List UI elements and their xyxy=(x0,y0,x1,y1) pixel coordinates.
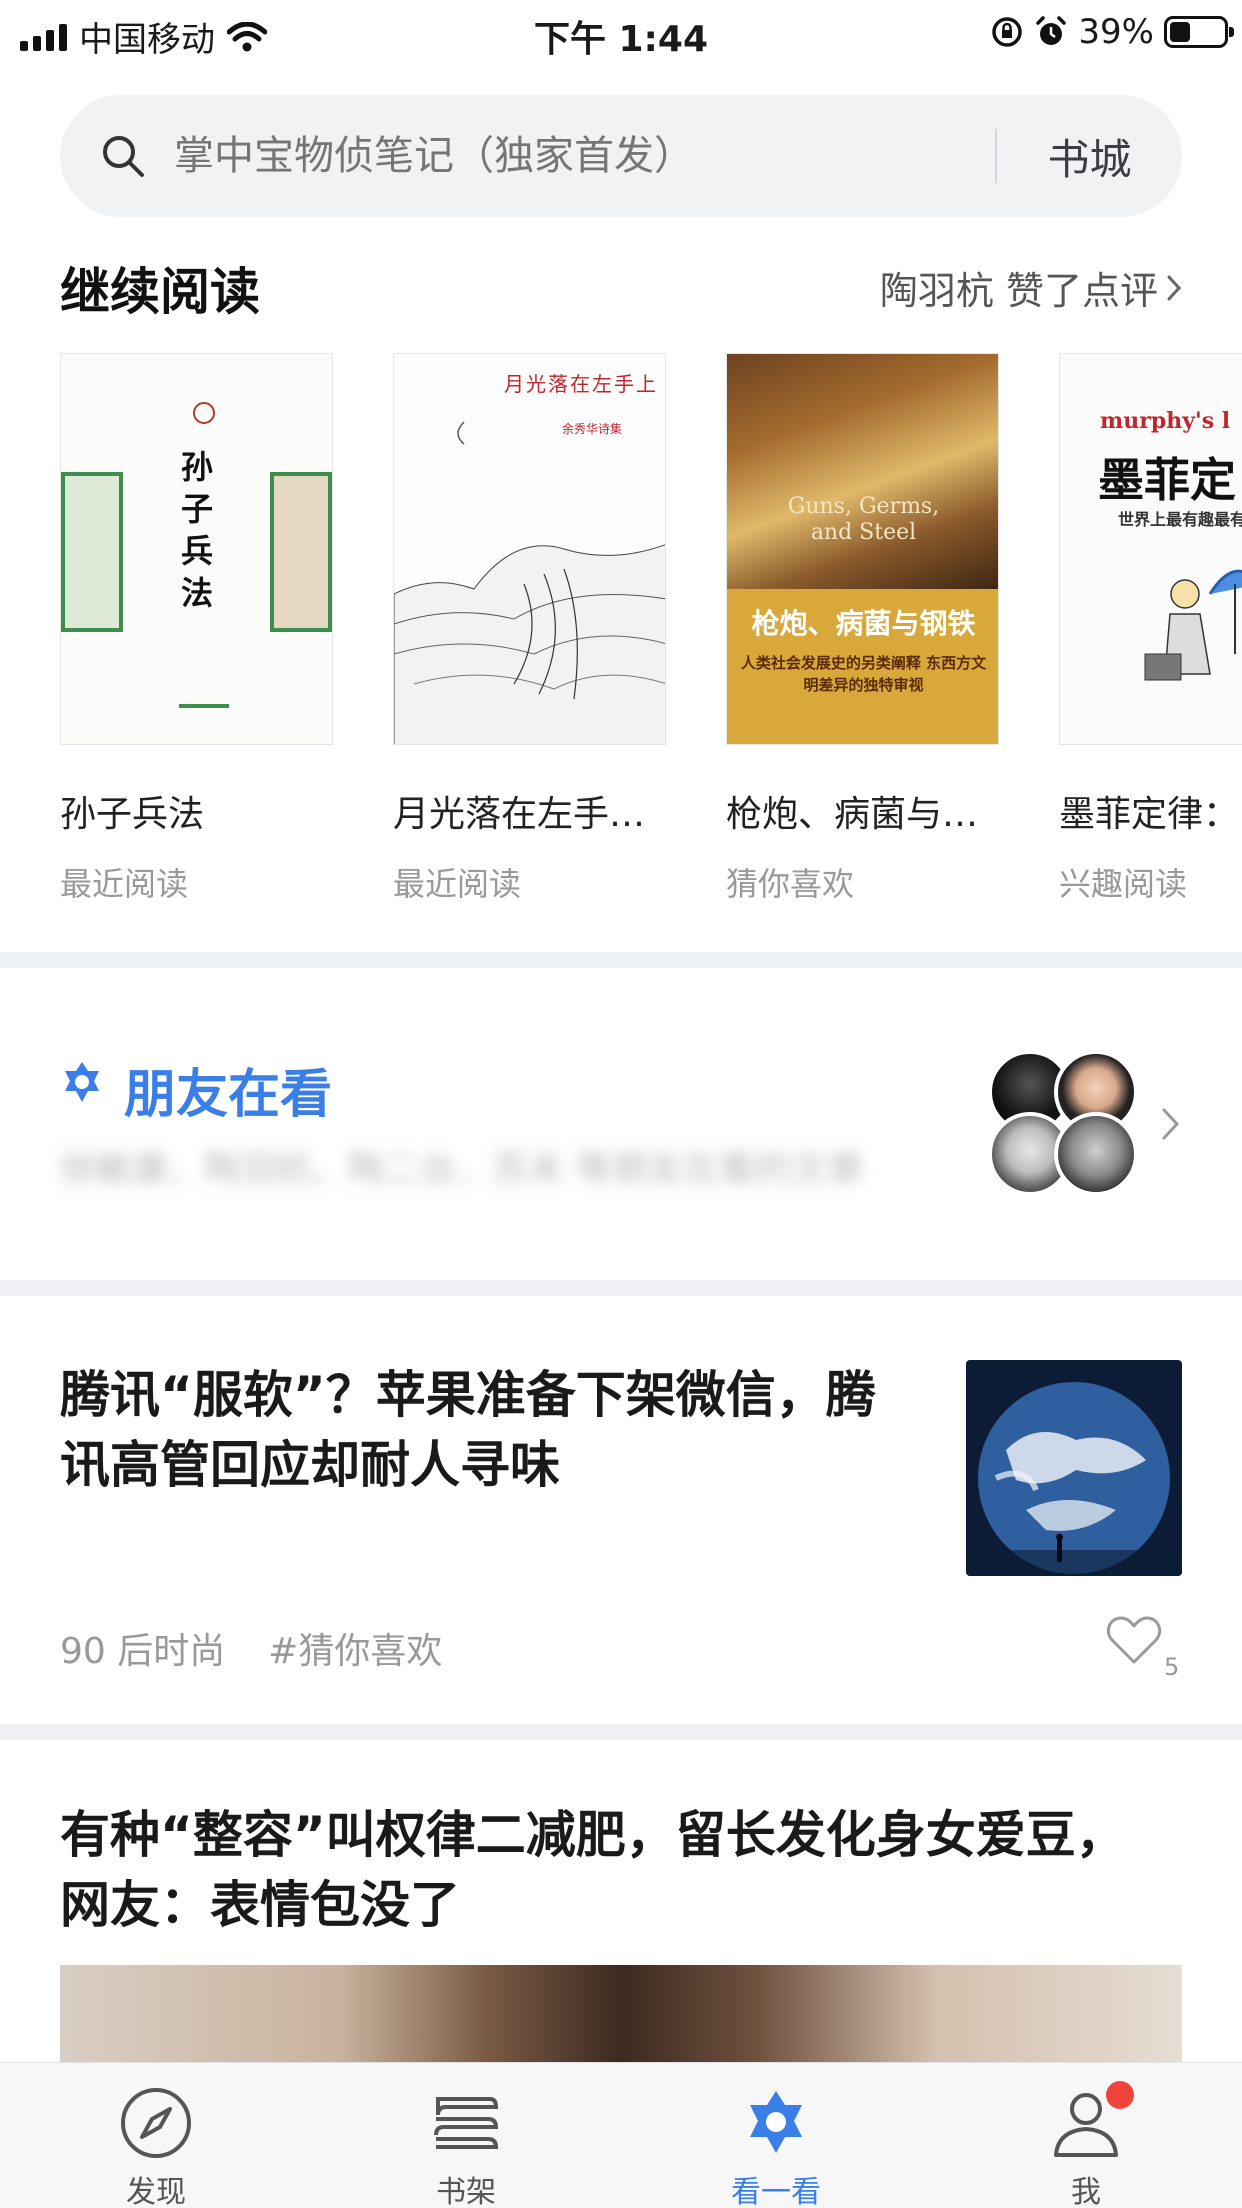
book-card[interactable]: murphy's l 墨菲定 世界上最有趣最有用 墨菲定律： 兴趣阅读 xyxy=(1059,353,1242,905)
article-title-line: 网友：表情包没了 xyxy=(60,1876,460,1934)
look-icon xyxy=(750,2091,802,2153)
tab-label: 看一看 xyxy=(731,2175,821,2208)
notification-badge xyxy=(1106,2081,1134,2109)
cover-title: 孙子兵法 xyxy=(181,448,214,612)
article-tag[interactable]: #猜你喜欢 xyxy=(268,1631,442,1672)
tab-label: 书架 xyxy=(436,2175,496,2208)
bookstore-link[interactable]: 书城 xyxy=(997,126,1182,187)
book-title: 孙子兵法 xyxy=(60,794,205,835)
compass-icon xyxy=(121,2088,191,2158)
chevron-right-icon[interactable] xyxy=(1160,1104,1182,1144)
like-count: 5 xyxy=(1164,1653,1180,1681)
search-bar: 书城 xyxy=(60,95,1182,217)
cover-english-title: Guns, Germs, and Steel xyxy=(787,494,940,545)
battery-percent: 39% xyxy=(1078,12,1154,52)
article-thumbnail[interactable] xyxy=(966,1360,1182,1576)
search-input[interactable] xyxy=(174,133,995,179)
cover-subtitle: 人类社会发展史的另类阐释 东西方文明差异的独特审视 xyxy=(740,654,987,694)
book-cover[interactable]: 孙子兵法 xyxy=(60,353,333,745)
cover-illustration xyxy=(1144,569,1242,681)
book-cover[interactable]: 月光落在左手上 余秀华诗集 xyxy=(393,353,666,745)
tab-label: 我 xyxy=(1071,2175,1101,2208)
article-title-line: 有种“整容”叫权律二减肥，留长发化身女爱豆， xyxy=(60,1806,1126,1864)
book-title: 枪炮、病菌与… xyxy=(726,794,979,835)
rotation-lock-icon xyxy=(992,17,1023,47)
tab-me[interactable]: 我 xyxy=(986,2063,1186,2208)
book-title: 墨菲定律： xyxy=(1059,794,1240,835)
alarm-icon xyxy=(1036,16,1067,45)
tab-bar: 发现 书架 看一看 我 xyxy=(0,2062,1242,2208)
book-subtitle: 兴趣阅读 xyxy=(1059,865,1188,903)
book-carousel[interactable]: 孙子兵法 孙子兵法 最近阅读 月光落在左手上 余秀华诗集 月光落在左手… 最近阅… xyxy=(60,353,1242,913)
look-icon xyxy=(65,1062,99,1102)
continue-reading-hint[interactable]: 陶羽杭 赞了点评 xyxy=(880,260,1182,315)
search-icon[interactable] xyxy=(100,133,146,179)
book-card[interactable]: 孙子兵法 孙子兵法 最近阅读 xyxy=(60,353,333,905)
book-cover[interactable]: murphy's l 墨菲定 世界上最有趣最有用 xyxy=(1059,353,1242,745)
article-title-line: 腾讯“服软”？苹果准备下架微信，腾 xyxy=(60,1366,876,1424)
article-source[interactable]: 90 后时尚 xyxy=(60,1631,225,1672)
article-title[interactable]: 有种“整容”叫权律二减肥，留长发化身女爱豆， 网友：表情包没了 xyxy=(60,1800,1182,1940)
book-title: 月光落在左手… xyxy=(393,794,646,835)
book-card[interactable]: 月光落在左手上 余秀华诗集 月光落在左手… 最近阅读 xyxy=(393,353,666,905)
article-image[interactable] xyxy=(60,1965,1182,2065)
section-separator xyxy=(0,952,1242,968)
friend-avatars[interactable] xyxy=(988,1050,1138,1200)
section-separator xyxy=(0,1280,1242,1296)
book-card[interactable]: Guns, Germs, and Steel 枪炮、病菌与钢铁 人类社会发展史的… xyxy=(726,353,999,905)
book-subtitle: 最近阅读 xyxy=(393,865,522,903)
cover-illustration xyxy=(394,421,665,744)
chevron-right-icon xyxy=(1167,275,1182,300)
article-meta: 90 后时尚 #猜你喜欢 xyxy=(60,1622,442,1674)
tab-discover[interactable]: 发现 xyxy=(56,2063,256,2208)
book-subtitle: 猜你喜欢 xyxy=(726,865,855,903)
status-right: 39% xyxy=(990,12,1234,52)
status-bar: 中国移动 下午 1:44 39% xyxy=(0,0,1242,62)
avatar xyxy=(1054,1112,1138,1196)
cover-title: 枪炮、病菌与钢铁 xyxy=(751,607,976,640)
continue-reading-title: 继续阅读 xyxy=(60,263,260,321)
earth-image xyxy=(966,1360,1182,1576)
article-title-line: 讯高管回应却耐人寻味 xyxy=(60,1436,560,1494)
heart-icon[interactable] xyxy=(1106,1614,1162,1666)
section-separator xyxy=(0,1724,1242,1740)
tab-label: 发现 xyxy=(126,2175,186,2208)
friends-reading-title: 朋友在看 xyxy=(124,1065,333,1125)
article-title[interactable]: 腾讯“服软”？苹果准备下架微信，腾 讯高管回应却耐人寻味 xyxy=(60,1360,940,1500)
tab-bookshelf[interactable]: 书架 xyxy=(366,2063,566,2208)
friends-reading-subtitle: 徐敏康、陶羽杭、陶二台、苏未 等朋友在看的文章 xyxy=(60,1149,864,1190)
battery-icon xyxy=(1164,16,1234,48)
tab-look[interactable]: 看一看 xyxy=(676,2063,876,2208)
bookshelf-icon xyxy=(434,2097,499,2149)
book-cover[interactable]: Guns, Germs, and Steel 枪炮、病菌与钢铁 人类社会发展史的… xyxy=(726,353,999,745)
book-subtitle: 最近阅读 xyxy=(60,865,189,903)
hint-text: 陶羽杭 赞了点评 xyxy=(879,269,1158,313)
cover-painting xyxy=(727,354,998,589)
